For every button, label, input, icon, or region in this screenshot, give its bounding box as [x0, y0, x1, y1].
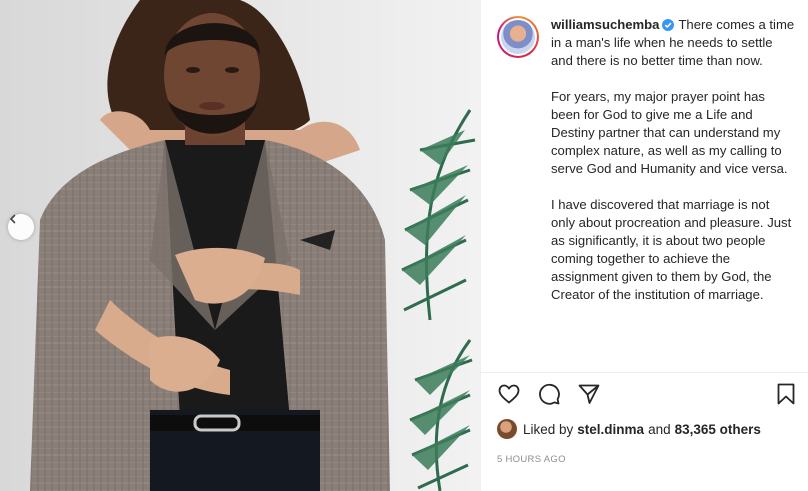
avatar-image	[501, 20, 535, 54]
heart-icon	[498, 384, 520, 404]
likes-prefix: Liked by	[523, 421, 574, 437]
carousel-prev-button[interactable]	[8, 214, 34, 240]
share-button[interactable]	[577, 382, 601, 406]
liker-username[interactable]: stel.dinma	[577, 422, 644, 437]
couple-photo	[0, 0, 480, 491]
bookmark-icon	[777, 383, 795, 404]
instagram-post: williamsuchemba There comes a time in a …	[0, 0, 808, 491]
comment-icon	[539, 383, 560, 405]
action-bar	[481, 372, 808, 414]
verified-icon	[662, 19, 675, 31]
paper-plane-icon	[578, 384, 600, 404]
like-button[interactable]	[497, 382, 521, 406]
liker-avatar[interactable]	[497, 419, 517, 439]
post-side-panel: williamsuchemba There comes a time in a …	[480, 0, 808, 491]
likes-conjunction: and	[648, 421, 671, 437]
post-caption: williamsuchemba There comes a time in a …	[551, 16, 796, 372]
author-username[interactable]: williamsuchemba	[551, 17, 659, 32]
caption-section: williamsuchemba There comes a time in a …	[481, 0, 808, 372]
chevron-left-icon	[9, 214, 16, 224]
likes-summary: Liked by stel.dinma and 83,365 others	[481, 414, 808, 444]
save-button[interactable]	[774, 382, 798, 406]
post-timestamp[interactable]: 5 hours ago	[481, 444, 808, 465]
post-photo[interactable]	[0, 0, 480, 491]
comment-button[interactable]	[537, 382, 561, 406]
caption-paragraph-2: For years, my major prayer point has bee…	[551, 89, 788, 176]
avatar[interactable]	[497, 16, 539, 58]
caption-paragraph-3: I have discovered that marriage is not o…	[551, 197, 792, 302]
likes-count[interactable]: 83,365 others	[675, 422, 761, 437]
